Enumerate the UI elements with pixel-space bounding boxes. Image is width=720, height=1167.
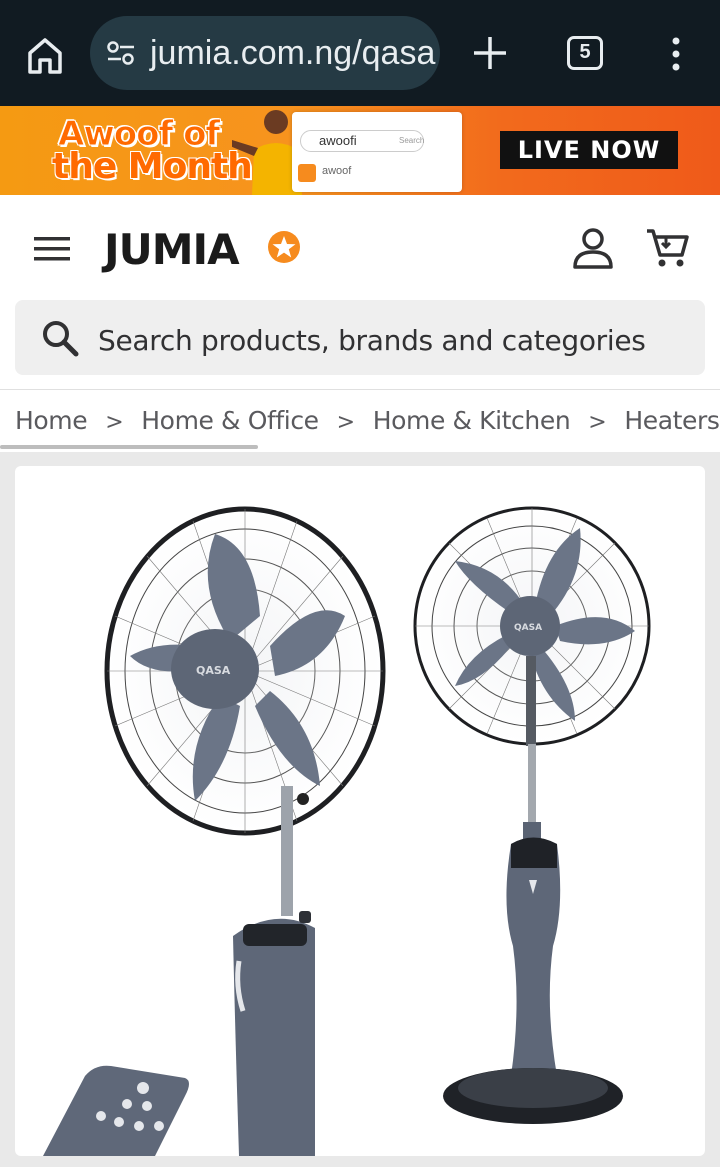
account-icon[interactable] [570,225,616,271]
browser-toolbar: jumia.com.ng/qasa 5 [0,0,720,106]
site-settings-icon[interactable] [106,40,136,66]
breadcrumb-home-kitchen[interactable]: Home & Kitchen [373,406,571,435]
breadcrumb-separator: > [105,410,124,435]
left-fan-brand-text: QASA [196,664,231,677]
hamburger-menu-icon[interactable] [34,235,72,263]
promo-title-line2: the Month [52,146,253,187]
url-text[interactable]: jumia.com.ng/qasa [150,34,435,73]
product-image-card[interactable]: QASA QASA [15,466,705,1156]
breadcrumb-scrollbar[interactable] [0,445,258,449]
tab-switcher-icon[interactable]: 5 [567,36,603,70]
promo-search-mock: awoofi Search [300,130,424,152]
promo-search-button: Search [399,136,425,145]
product-image-standing-fans: QASA QASA [43,506,651,1156]
new-tab-icon[interactable] [470,33,510,73]
jumia-logo[interactable]: JUMIA [104,225,240,274]
right-fan: QASA [413,506,651,1124]
site-header: JUMIA Search products, brands and catego… [0,195,720,390]
address-bar[interactable]: jumia.com.ng/qasa [90,16,440,90]
jumia-star-icon [268,231,300,263]
search-icon[interactable] [41,319,79,357]
right-fan-brand-text: QASA [514,623,542,633]
cart-icon[interactable] [644,225,690,271]
live-now-button[interactable]: LIVE NOW [500,131,678,169]
promo-banner[interactable]: Awoof of the Month awoofi Search awoof L… [0,106,720,195]
search-input[interactable]: Search products, brands and categories [98,324,646,357]
home-icon[interactable] [22,32,68,78]
breadcrumb-separator: > [588,410,607,435]
promo-search-text: awoofi [319,133,357,148]
more-menu-icon[interactable] [666,36,686,72]
promo-screen-image: awoofi Search awoof [292,112,462,192]
breadcrumb: Home > Home & Office > Home & Kitchen > Heater… [0,390,720,452]
breadcrumb-home[interactable]: Home [15,406,88,435]
breadcrumb-heaters-air[interactable]: Heaters, Air C [624,406,720,435]
left-fan: QASA [43,506,386,1156]
breadcrumb-separator: > [336,410,355,435]
search-bar[interactable]: Search products, brands and categories [15,300,705,375]
promo-suggestion-text: awoof [322,165,352,177]
promo-suggestion: awoof [296,162,454,186]
promo-suggestion-icon [298,164,316,182]
breadcrumb-home-office[interactable]: Home & Office [141,406,319,435]
